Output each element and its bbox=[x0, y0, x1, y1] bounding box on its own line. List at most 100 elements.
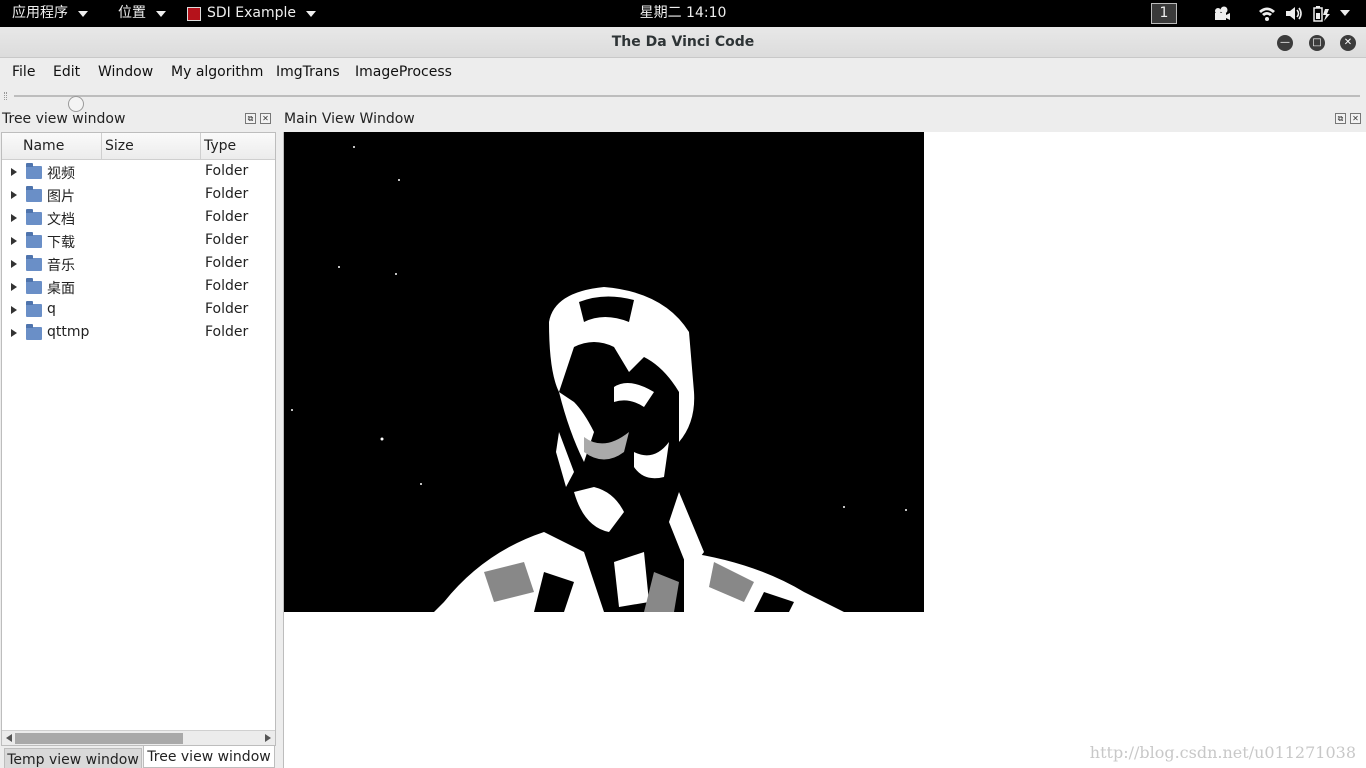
maximize-button[interactable]: □ bbox=[1309, 35, 1325, 51]
tree-row[interactable]: 文档 Folder bbox=[2, 207, 275, 230]
tree-row-type: Folder bbox=[205, 232, 249, 248]
tree-row-type: Folder bbox=[205, 324, 249, 340]
tree-row-type: Folder bbox=[205, 301, 249, 317]
system-menu-chevron-icon[interactable] bbox=[1340, 10, 1350, 16]
workspace-indicator[interactable]: 1 bbox=[1151, 3, 1177, 24]
tree-view-dock: Tree view window ⧉ ✕ Name Size Type 视频 F… bbox=[0, 108, 276, 768]
tree-row-name: 视频 bbox=[47, 166, 75, 182]
minimize-button[interactable]: — bbox=[1277, 35, 1293, 51]
main-dock-title: Main View Window bbox=[284, 111, 415, 127]
folder-icon bbox=[26, 278, 42, 294]
tree-row[interactable]: q Folder bbox=[2, 299, 275, 322]
expand-arrow-icon[interactable] bbox=[11, 168, 17, 176]
tree-row-name: 下载 bbox=[47, 235, 75, 251]
desktop: 应用程序 位置 SDI Example 星期二 14:10 1 The Da V… bbox=[0, 0, 1366, 768]
dock-float-button[interactable]: ⧉ bbox=[245, 113, 256, 124]
expand-arrow-icon[interactable] bbox=[11, 329, 17, 337]
chevron-down-icon bbox=[305, 10, 316, 17]
menu-edit[interactable]: Edit bbox=[53, 64, 80, 80]
close-icon: ✕ bbox=[262, 114, 269, 123]
threshold-slider[interactable] bbox=[14, 95, 1360, 112]
app-window: The Da Vinci Code — □ ✕ File Edit Window… bbox=[0, 27, 1366, 768]
tree-row-name: q bbox=[47, 301, 56, 317]
tree-row[interactable]: 视频 Folder bbox=[2, 161, 275, 184]
column-header-name[interactable]: Name bbox=[2, 133, 102, 160]
float-icon: ⧉ bbox=[247, 114, 254, 123]
horizontal-scrollbar[interactable] bbox=[2, 730, 275, 745]
float-icon: ⧉ bbox=[1337, 114, 1344, 123]
toolbar bbox=[0, 86, 1366, 112]
volume-icon[interactable] bbox=[1285, 5, 1303, 22]
chevron-down-icon bbox=[78, 10, 88, 17]
expand-arrow-icon[interactable] bbox=[11, 306, 17, 314]
column-header-type[interactable]: Type bbox=[201, 133, 275, 160]
folder-icon bbox=[26, 255, 42, 271]
tree-row[interactable]: qttmp Folder bbox=[2, 322, 275, 345]
tree-row-name: 桌面 bbox=[47, 281, 75, 297]
window-title: The Da Vinci Code bbox=[611, 34, 755, 50]
places-menu[interactable]: 位置 bbox=[118, 0, 166, 27]
tree-dock-title: Tree view window bbox=[2, 111, 126, 127]
menu-window[interactable]: Window bbox=[98, 64, 153, 80]
scroll-right-icon[interactable] bbox=[265, 734, 271, 742]
chevron-down-icon bbox=[156, 10, 166, 17]
tree-row-type: Folder bbox=[205, 278, 249, 294]
tab-tree-view-window[interactable]: Tree view window bbox=[143, 746, 275, 768]
tree-row-name: qttmp bbox=[47, 324, 90, 340]
menu-imgtrans[interactable]: ImgTrans bbox=[276, 64, 340, 80]
expand-arrow-icon[interactable] bbox=[11, 260, 17, 268]
expand-arrow-icon[interactable] bbox=[11, 237, 17, 245]
file-tree[interactable]: Name Size Type 视频 Folder 图片 Folder 文档 Fo… bbox=[1, 132, 276, 746]
places-menu-label: 位置 bbox=[118, 5, 146, 21]
tree-row-type: Folder bbox=[205, 255, 249, 271]
dock-tab-bar: Temp view window Tree view window bbox=[1, 746, 276, 768]
dock-float-button[interactable]: ⧉ bbox=[1335, 113, 1346, 124]
folder-icon bbox=[26, 232, 42, 248]
menu-file[interactable]: File bbox=[12, 64, 35, 80]
maximize-icon: □ bbox=[1312, 37, 1322, 48]
folder-icon bbox=[26, 209, 42, 225]
menu-imageprocess[interactable]: ImageProcess bbox=[355, 64, 452, 80]
expand-arrow-icon[interactable] bbox=[11, 214, 17, 222]
expand-arrow-icon[interactable] bbox=[11, 283, 17, 291]
tree-row-type: Folder bbox=[205, 186, 249, 202]
close-icon: ✕ bbox=[1352, 114, 1359, 123]
camera-icon[interactable] bbox=[1213, 5, 1231, 22]
close-icon: ✕ bbox=[1343, 37, 1353, 48]
active-app-menu[interactable]: SDI Example bbox=[187, 0, 316, 27]
toolbar-grip[interactable] bbox=[4, 92, 7, 100]
scroll-left-icon[interactable] bbox=[6, 734, 12, 742]
binarized-image bbox=[284, 132, 924, 612]
watermark: http://blog.csdn.net/u011271038 bbox=[1089, 743, 1356, 762]
menu-my-algorithm[interactable]: My algorithm bbox=[171, 64, 263, 80]
folder-icon bbox=[26, 163, 42, 179]
title-bar[interactable]: The Da Vinci Code — □ ✕ bbox=[0, 27, 1366, 58]
tree-row[interactable]: 桌面 Folder bbox=[2, 276, 275, 299]
tree-row[interactable]: 音乐 Folder bbox=[2, 253, 275, 276]
dock-close-button[interactable]: ✕ bbox=[1350, 113, 1361, 124]
clock-label: 星期二 14:10 bbox=[639, 5, 727, 21]
folder-icon bbox=[26, 324, 42, 340]
applications-menu-label: 应用程序 bbox=[12, 5, 68, 21]
expand-arrow-icon[interactable] bbox=[11, 191, 17, 199]
tree-row[interactable]: 图片 Folder bbox=[2, 184, 275, 207]
tab-temp-view-window[interactable]: Temp view window bbox=[4, 748, 142, 768]
tree-row[interactable]: 下载 Folder bbox=[2, 230, 275, 253]
menu-bar: File Edit Window My algorithm ImgTrans I… bbox=[0, 58, 1366, 86]
portrait-threshold-image bbox=[284, 132, 924, 612]
scrollbar-thumb[interactable] bbox=[15, 733, 183, 744]
column-header-size[interactable]: Size bbox=[102, 133, 201, 160]
close-button[interactable]: ✕ bbox=[1340, 35, 1356, 51]
main-view-canvas[interactable]: http://blog.csdn.net/u011271038 bbox=[283, 132, 1366, 768]
battery-icon[interactable] bbox=[1313, 5, 1331, 22]
tree-row-name: 图片 bbox=[47, 189, 75, 205]
active-app-label: SDI Example bbox=[207, 5, 296, 21]
minimize-icon: — bbox=[1280, 37, 1290, 48]
tree-header: Name Size Type bbox=[2, 133, 275, 160]
dock-close-button[interactable]: ✕ bbox=[260, 113, 271, 124]
main-view-dock: Main View Window ⧉ ✕ http://blog.csdn.ne… bbox=[283, 108, 1366, 768]
folder-icon bbox=[26, 301, 42, 317]
applications-menu[interactable]: 应用程序 bbox=[12, 0, 88, 27]
wifi-icon[interactable] bbox=[1258, 5, 1276, 22]
tree-row-name: 文档 bbox=[47, 212, 75, 228]
